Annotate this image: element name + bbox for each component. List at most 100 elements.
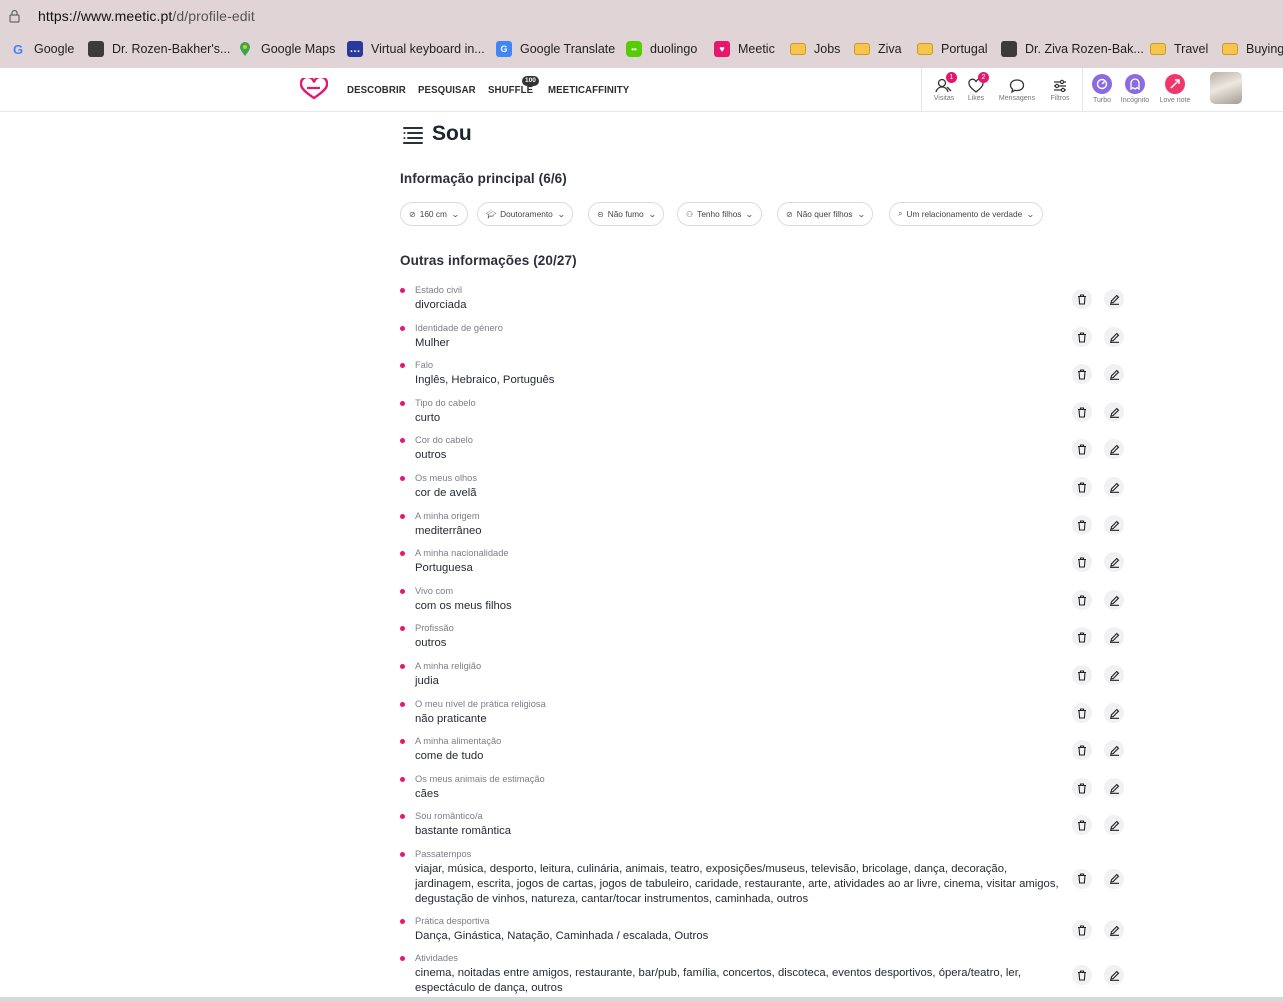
- bookmark-item[interactable]: Google Maps: [237, 39, 335, 59]
- bookmark-item[interactable]: Dr. Rozen-Bakher's...: [88, 39, 230, 59]
- url-text[interactable]: https://www.meetic.pt/d/profile-edit: [38, 8, 255, 24]
- delete-button[interactable]: [1072, 477, 1092, 497]
- edit-button[interactable]: [1104, 515, 1124, 535]
- love-note-label: Love note: [1159, 97, 1191, 104]
- edit-button[interactable]: [1104, 289, 1124, 309]
- bookmark-item[interactable]: Portugal: [917, 39, 988, 59]
- delete-button[interactable]: [1072, 868, 1092, 889]
- trash-icon: [1078, 669, 1086, 681]
- chevron-down-icon: ⌄: [556, 209, 566, 219]
- nav-mensagens[interactable]: Mensagens: [997, 78, 1037, 102]
- delete-button[interactable]: [1072, 364, 1092, 384]
- info-label: Falo: [415, 360, 434, 370]
- trash-icon: [1078, 707, 1086, 719]
- nav-filtros[interactable]: Filtros: [1040, 78, 1080, 102]
- edit-button[interactable]: [1104, 665, 1124, 685]
- chevron-down-icon: ⌄: [1026, 209, 1035, 219]
- delete-button[interactable]: [1072, 627, 1092, 647]
- nav-pesquisar[interactable]: PESQUISAR: [418, 84, 476, 96]
- edit-button[interactable]: [1104, 965, 1124, 985]
- edit-button[interactable]: [1104, 439, 1124, 459]
- edit-button[interactable]: [1104, 920, 1124, 940]
- folder-icon: [790, 43, 806, 55]
- bookmark-item[interactable]: G Google Translate: [496, 39, 615, 59]
- info-label: A minha religião: [415, 661, 482, 671]
- info-label: Os meus animais de estimação: [415, 774, 545, 784]
- trash-icon: [1078, 519, 1086, 531]
- bookmark-item[interactable]: G Google: [10, 39, 74, 59]
- filters-label: Filtros: [1050, 95, 1070, 102]
- bookmark-item[interactable]: Ziva: [854, 39, 902, 59]
- folder-icon: [854, 43, 870, 55]
- bookmark-item[interactable]: •• duolingo: [626, 39, 697, 59]
- bookmark-item[interactable]: Buying: [1222, 39, 1283, 59]
- likes-badge: 2: [978, 72, 989, 83]
- incognito-ghost-icon: [1125, 74, 1145, 94]
- delete-button[interactable]: [1072, 402, 1092, 422]
- folder-icon: [1150, 43, 1166, 55]
- delete-button[interactable]: [1072, 965, 1092, 985]
- info-label: Prática desportiva: [415, 916, 490, 926]
- bookmark-item[interactable]: ♥ Meetic: [714, 39, 775, 59]
- meetic-logo-icon[interactable]: [300, 78, 328, 100]
- edit-button[interactable]: [1104, 327, 1124, 347]
- delete-button[interactable]: [1072, 920, 1092, 940]
- edit-button[interactable]: [1104, 703, 1124, 723]
- chip-label: Um relacionamento de verdade: [906, 209, 1023, 219]
- delete-button[interactable]: [1072, 289, 1092, 309]
- chip-2[interactable]: 🎓︎ Doutoramento ⌄: [477, 202, 574, 226]
- bullet-dot: [400, 514, 405, 519]
- bookmark-item[interactable]: Travel: [1150, 39, 1208, 59]
- edit-button[interactable]: [1104, 868, 1124, 889]
- pacifier-icon: ⊘: [786, 209, 793, 219]
- pencil-icon: [1109, 745, 1119, 756]
- bookmark-item[interactable]: Jobs: [790, 39, 840, 59]
- edit-button[interactable]: [1104, 627, 1124, 647]
- sliders-icon: [1054, 79, 1066, 93]
- delete-button[interactable]: [1072, 815, 1092, 835]
- delete-button[interactable]: [1072, 515, 1092, 535]
- trash-icon: [1078, 594, 1086, 606]
- info-value: não praticante: [415, 713, 487, 725]
- edit-button[interactable]: [1104, 552, 1124, 572]
- nav-incognito[interactable]: Incógnito: [1113, 74, 1157, 104]
- edit-button[interactable]: [1104, 590, 1124, 610]
- pencil-icon: [1109, 708, 1119, 719]
- graduation-cap-icon: 🎓︎: [486, 209, 497, 219]
- delete-button[interactable]: [1072, 590, 1092, 610]
- nav-meeticaffinity[interactable]: MEETICAFFINITY: [548, 84, 629, 96]
- bullet-dot: [400, 664, 405, 669]
- avatar[interactable]: [1210, 72, 1242, 104]
- delete-button[interactable]: [1072, 665, 1092, 685]
- bookmark-item[interactable]: … Virtual keyboard in...: [347, 39, 485, 59]
- love-note-icon: [1165, 74, 1185, 94]
- delete-button[interactable]: [1072, 552, 1092, 572]
- nav-likes[interactable]: 2 Likes: [956, 72, 996, 102]
- chip-1[interactable]: ⊘ 160 cm ⌄: [400, 202, 468, 226]
- chip-4[interactable]: ⚇ Tenho filhos ⌄: [677, 202, 763, 226]
- edit-button[interactable]: [1104, 815, 1124, 835]
- bookmark-item[interactable]: Dr. Ziva Rozen-Bak...: [1001, 39, 1144, 59]
- visits-label: Visitas: [933, 95, 955, 102]
- address-bar[interactable]: https://www.meetic.pt/d/profile-edit: [0, 0, 1283, 33]
- chip-5[interactable]: ⊘ Não quer filhos ⌄: [777, 202, 874, 226]
- edit-button[interactable]: [1104, 402, 1124, 422]
- nav-love-note[interactable]: Love note: [1153, 74, 1197, 104]
- delete-button[interactable]: [1072, 740, 1092, 760]
- chip-6[interactable]: ⌕ Um relacionamento de verdade ⌄: [889, 202, 1043, 226]
- chip-3[interactable]: ⊝ Não fumo ⌄: [588, 202, 665, 226]
- delete-button[interactable]: [1072, 439, 1092, 459]
- trash-icon: [1078, 331, 1086, 343]
- chip-label: Não quer filhos: [796, 209, 853, 219]
- info-value: divorciada: [415, 299, 467, 311]
- edit-button[interactable]: [1104, 740, 1124, 760]
- window-bottom-edge: [0, 997, 1283, 1002]
- edit-button[interactable]: [1104, 477, 1124, 497]
- edit-button[interactable]: [1104, 778, 1124, 798]
- delete-button[interactable]: [1072, 703, 1092, 723]
- edit-button[interactable]: [1104, 364, 1124, 384]
- incognito-label: Incógnito: [1120, 97, 1150, 104]
- nav-descobrir[interactable]: DESCOBRIR: [347, 84, 406, 96]
- delete-button[interactable]: [1072, 327, 1092, 347]
- delete-button[interactable]: [1072, 778, 1092, 798]
